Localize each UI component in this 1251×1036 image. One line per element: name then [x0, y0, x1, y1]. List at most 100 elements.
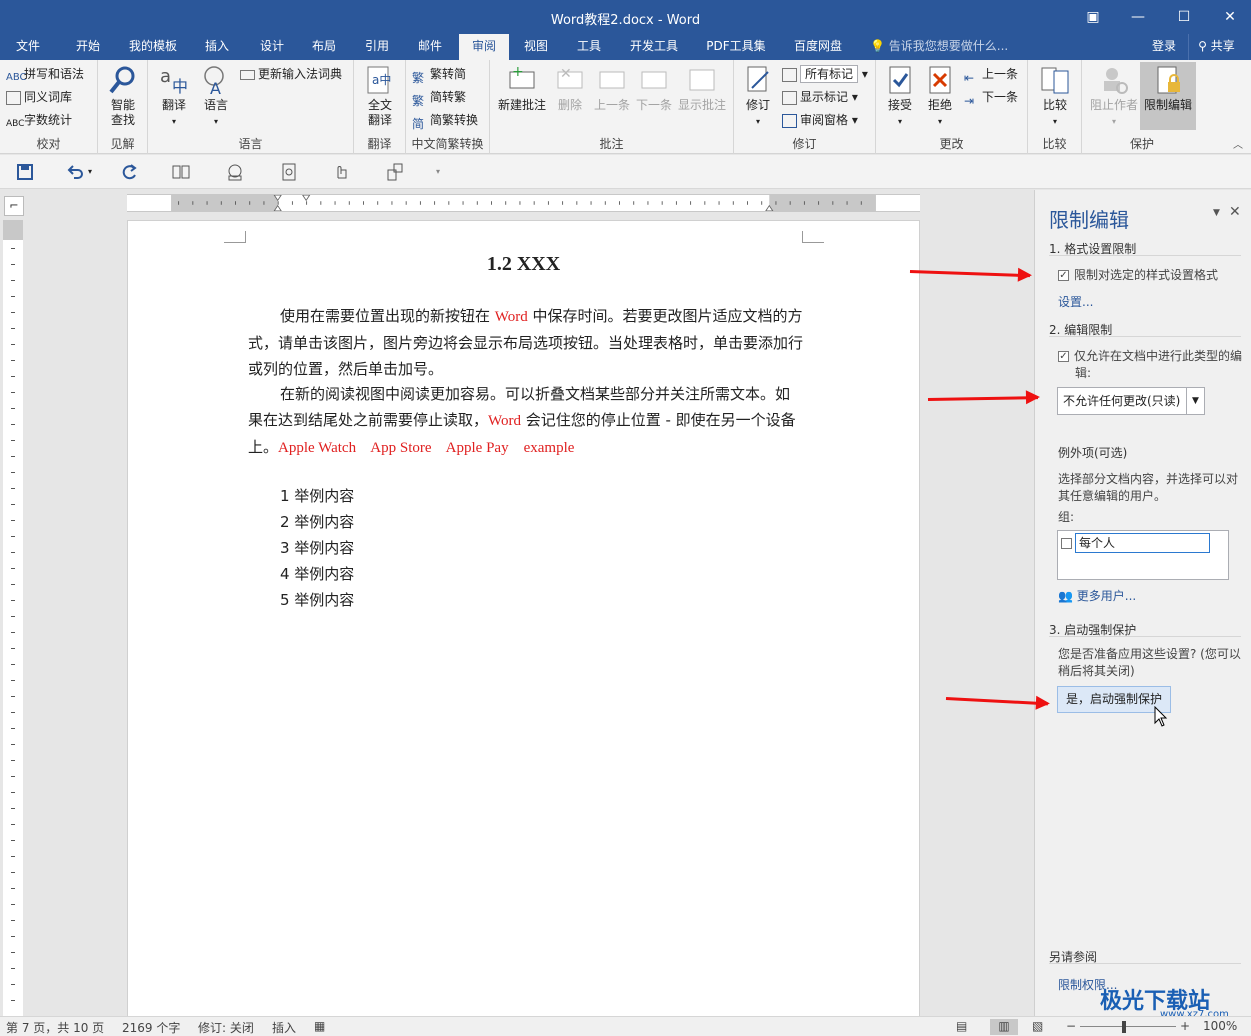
share-button[interactable]: ⚲ 共享	[1188, 34, 1244, 60]
tab-templates[interactable]: 我的模板	[120, 34, 186, 60]
ribbon-display-icon[interactable]: ▣	[1073, 4, 1113, 30]
zoom-slider-thumb[interactable]	[1122, 1021, 1126, 1033]
login-button[interactable]: 登录	[1142, 34, 1186, 60]
editing-type-select[interactable]: 不允许任何更改(只读) ▼	[1057, 387, 1205, 415]
formatting-checkbox[interactable]: ✓ 限制对选定的样式设置格式	[1058, 267, 1218, 284]
everyone-item[interactable]: 每个人	[1075, 533, 1210, 553]
reject-button[interactable]: 拒绝 ▾	[922, 64, 958, 129]
print-layout-icon[interactable]: ▥	[990, 1019, 1018, 1035]
tab-design[interactable]: 设计	[250, 34, 294, 60]
example-list: 1 举例内容 2 举例内容 3 举例内容 4 举例内容 5 举例内容	[280, 483, 354, 613]
show-markup-button[interactable]: 显示标记 ▾	[782, 87, 858, 107]
collapse-ribbon-icon[interactable]: ︿	[1233, 136, 1243, 151]
p2-word: Word	[488, 413, 521, 429]
update-ime-button[interactable]: 更新输入法词典	[240, 64, 342, 84]
maximize-button[interactable]: ☐	[1164, 4, 1204, 30]
ruler-tick	[11, 984, 15, 985]
track-status[interactable]: 修订: 关闭	[198, 1019, 254, 1036]
tell-me-box[interactable]: 💡 告诉我您想要做什么...	[870, 34, 1008, 60]
tab-selector-icon[interactable]: ⌐	[4, 196, 24, 216]
convert-button[interactable]: 简简繁转换	[412, 110, 478, 131]
editing-checkbox[interactable]: ✓ 仅允许在文档中进行此类型的编辑:	[1058, 348, 1248, 382]
print-preview-icon[interactable]	[278, 162, 300, 182]
block-authors-button[interactable]: 阻止作者 ▾	[1088, 64, 1140, 129]
close-button[interactable]: ✕	[1210, 4, 1250, 30]
tab-developer[interactable]: 开发工具	[622, 34, 686, 60]
ruler-tick	[11, 600, 15, 601]
compare-button[interactable]: 比较 ▾	[1036, 64, 1074, 129]
everyone-checkbox[interactable]	[1061, 538, 1072, 549]
save-icon[interactable]	[14, 162, 36, 182]
pane-options-icon[interactable]: ▼	[1213, 208, 1220, 218]
accept-button[interactable]: 接受 ▾	[882, 64, 918, 129]
word-count[interactable]: 2169 个字	[122, 1019, 180, 1036]
ruler-tick	[277, 201, 279, 205]
restrict-editing-label: 限制编辑	[1143, 98, 1192, 112]
pane-close-icon[interactable]: ✕	[1229, 204, 1241, 220]
tab-home[interactable]: 开始	[64, 34, 112, 60]
tab-file[interactable]: 文件	[6, 34, 50, 60]
ruler-tick	[11, 840, 15, 841]
ruler-tick	[11, 456, 15, 457]
more-users-link[interactable]: 👥 更多用户...	[1058, 587, 1136, 604]
ruler-tick	[11, 280, 15, 281]
read-mode-icon[interactable]: ▤	[956, 1019, 967, 1033]
spelling-button[interactable]: ABC拼写和语法	[6, 64, 84, 84]
to-traditional-button[interactable]: 繁简转繁	[412, 87, 466, 108]
zoom-in-button[interactable]: +	[1180, 1019, 1190, 1033]
tab-baidu[interactable]: 百度网盘	[784, 34, 852, 60]
prev-change-button[interactable]: ⇤ 上一条	[964, 64, 1018, 85]
touch-mode-icon[interactable]	[330, 162, 352, 182]
tab-pdf[interactable]: PDF工具集	[698, 34, 774, 60]
ruler-tick	[732, 201, 734, 205]
smart-lookup-button[interactable]: 智能 查找	[104, 64, 142, 128]
full-translate-label: 全文 翻译	[367, 98, 392, 127]
qat-more-icon[interactable]: ▾	[436, 162, 458, 182]
settings-link[interactable]: 设置...	[1058, 293, 1093, 310]
translate-button[interactable]: a 中翻译 ▾	[156, 64, 192, 129]
convert-icon: 简	[412, 116, 425, 131]
delete-comment-button[interactable]: ✕ 删除	[550, 64, 590, 113]
review-pane-button[interactable]: 审阅窗格 ▾	[782, 110, 858, 130]
language-button[interactable]: A 语言 ▾	[198, 64, 234, 129]
ruler-tick	[11, 296, 15, 297]
macro-icon[interactable]: ▦	[314, 1019, 325, 1033]
p1-text-a: 使用在需要位置出现的新按钮在	[280, 307, 495, 325]
document-page[interactable]: 1.2 XXX 使用在需要位置出现的新按钮在 Word 中保存时间。若要更改图片…	[127, 220, 920, 1020]
group-language: a 中翻译 ▾ A 语言 ▾ 更新输入法词典 语言	[148, 60, 354, 154]
thesaurus-button[interactable]: 同义词库	[6, 87, 72, 107]
restrict-editing-button[interactable]: 限制编辑	[1140, 62, 1196, 130]
tab-insert[interactable]: 插入	[195, 34, 239, 60]
full-translate-button[interactable]: a中 全文 翻译	[360, 64, 400, 128]
next-comment-button[interactable]: 下一条	[634, 64, 674, 113]
minimize-button[interactable]: —	[1118, 4, 1158, 30]
show-comments-button[interactable]: 显示批注	[676, 64, 728, 113]
track-changes-button[interactable]: 修订 ▾	[740, 64, 776, 129]
tab-layout[interactable]: 布局	[302, 34, 346, 60]
two-pages-icon[interactable]	[170, 162, 192, 182]
tab-review[interactable]: 审阅	[459, 34, 509, 60]
zoom-slider[interactable]	[1080, 1026, 1176, 1027]
restrict-editing-pane: 限制编辑 ▼ ✕ 1. 格式设置限制 ✓ 限制对选定的样式设置格式 设置... 2…	[1034, 190, 1251, 1016]
new-comment-button[interactable]: + 新建批注	[496, 64, 548, 113]
zoom-out-button[interactable]: −	[1066, 1019, 1076, 1033]
web-layout-icon[interactable]: ▧	[1032, 1019, 1043, 1033]
tab-mailings[interactable]: 邮件	[408, 34, 452, 60]
prev-comment-button[interactable]: 上一条	[592, 64, 632, 113]
next-change-button[interactable]: ⇥ 下一条	[964, 87, 1018, 108]
to-simplified-button[interactable]: 繁繁转简	[412, 64, 466, 85]
translate-label: 翻译	[161, 98, 186, 112]
undo-icon[interactable]	[64, 162, 86, 182]
page-count[interactable]: 第 7 页，共 10 页	[6, 1019, 104, 1036]
insert-mode[interactable]: 插入	[272, 1019, 296, 1036]
web-icon[interactable]	[224, 162, 246, 182]
tab-tools[interactable]: 工具	[567, 34, 611, 60]
wordcount-button[interactable]: ABC字数统计	[6, 110, 72, 130]
zoom-level[interactable]: 100%	[1203, 1019, 1237, 1033]
undo-dropdown-icon[interactable]: ▾	[88, 162, 110, 182]
tab-references[interactable]: 引用	[355, 34, 399, 60]
markup-select[interactable]: 所有标记 ▾	[782, 64, 868, 84]
tab-view[interactable]: 视图	[514, 34, 558, 60]
customize-icon[interactable]	[384, 162, 406, 182]
redo-icon[interactable]	[118, 162, 140, 182]
